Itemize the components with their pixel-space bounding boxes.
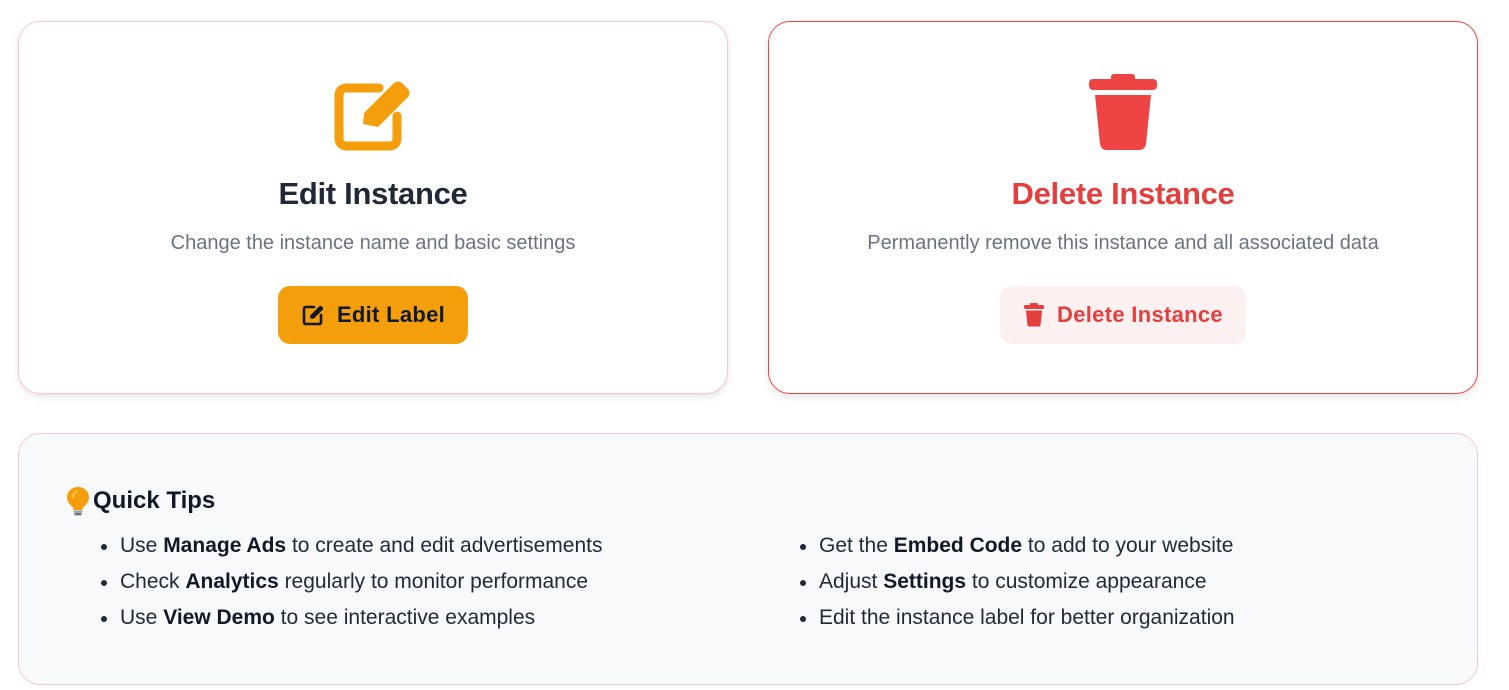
tips-list-right: Get the Embed Code to add to your websit… [798, 528, 1235, 636]
edit-label-button-label: Edit Label [336, 302, 446, 327]
trash-icon [1083, 72, 1163, 152]
lightbulb-icon [65, 486, 91, 516]
edit-instance-title: Edit Instance [278, 176, 468, 211]
edit-square-icon [333, 72, 413, 152]
edit-label-button[interactable]: Edit Label [278, 286, 468, 344]
edit-instance-card: Edit Instance Change the instance name a… [18, 21, 728, 394]
tips-list-left: Use Manage Ads to create and edit advert… [99, 528, 602, 636]
delete-instance-button[interactable]: Delete Instance [1000, 286, 1246, 344]
edit-square-icon [301, 303, 325, 327]
quick-tips-heading: Quick Tips [65, 486, 215, 516]
list-item: Use Manage Ads to create and edit advert… [99, 528, 602, 564]
delete-instance-card: Delete Instance Permanently remove this … [768, 21, 1478, 394]
delete-instance-description: Permanently remove this instance and all… [867, 232, 1379, 254]
list-item: Edit the instance label for better organ… [798, 600, 1235, 636]
quick-tips-panel: Quick Tips Use Manage Ads to create and … [18, 433, 1478, 685]
delete-instance-button-label: Delete Instance [1057, 302, 1223, 327]
list-item: Adjust Settings to customize appearance [798, 564, 1235, 600]
quick-tips-title: Quick Tips [93, 487, 216, 514]
trash-icon [1023, 303, 1045, 327]
list-item: Check Analytics regularly to monitor per… [99, 564, 602, 600]
list-item: Use View Demo to see interactive example… [99, 600, 602, 636]
delete-instance-title: Delete Instance [1011, 176, 1235, 211]
list-item: Get the Embed Code to add to your websit… [798, 528, 1235, 564]
edit-instance-description: Change the instance name and basic setti… [170, 232, 576, 254]
